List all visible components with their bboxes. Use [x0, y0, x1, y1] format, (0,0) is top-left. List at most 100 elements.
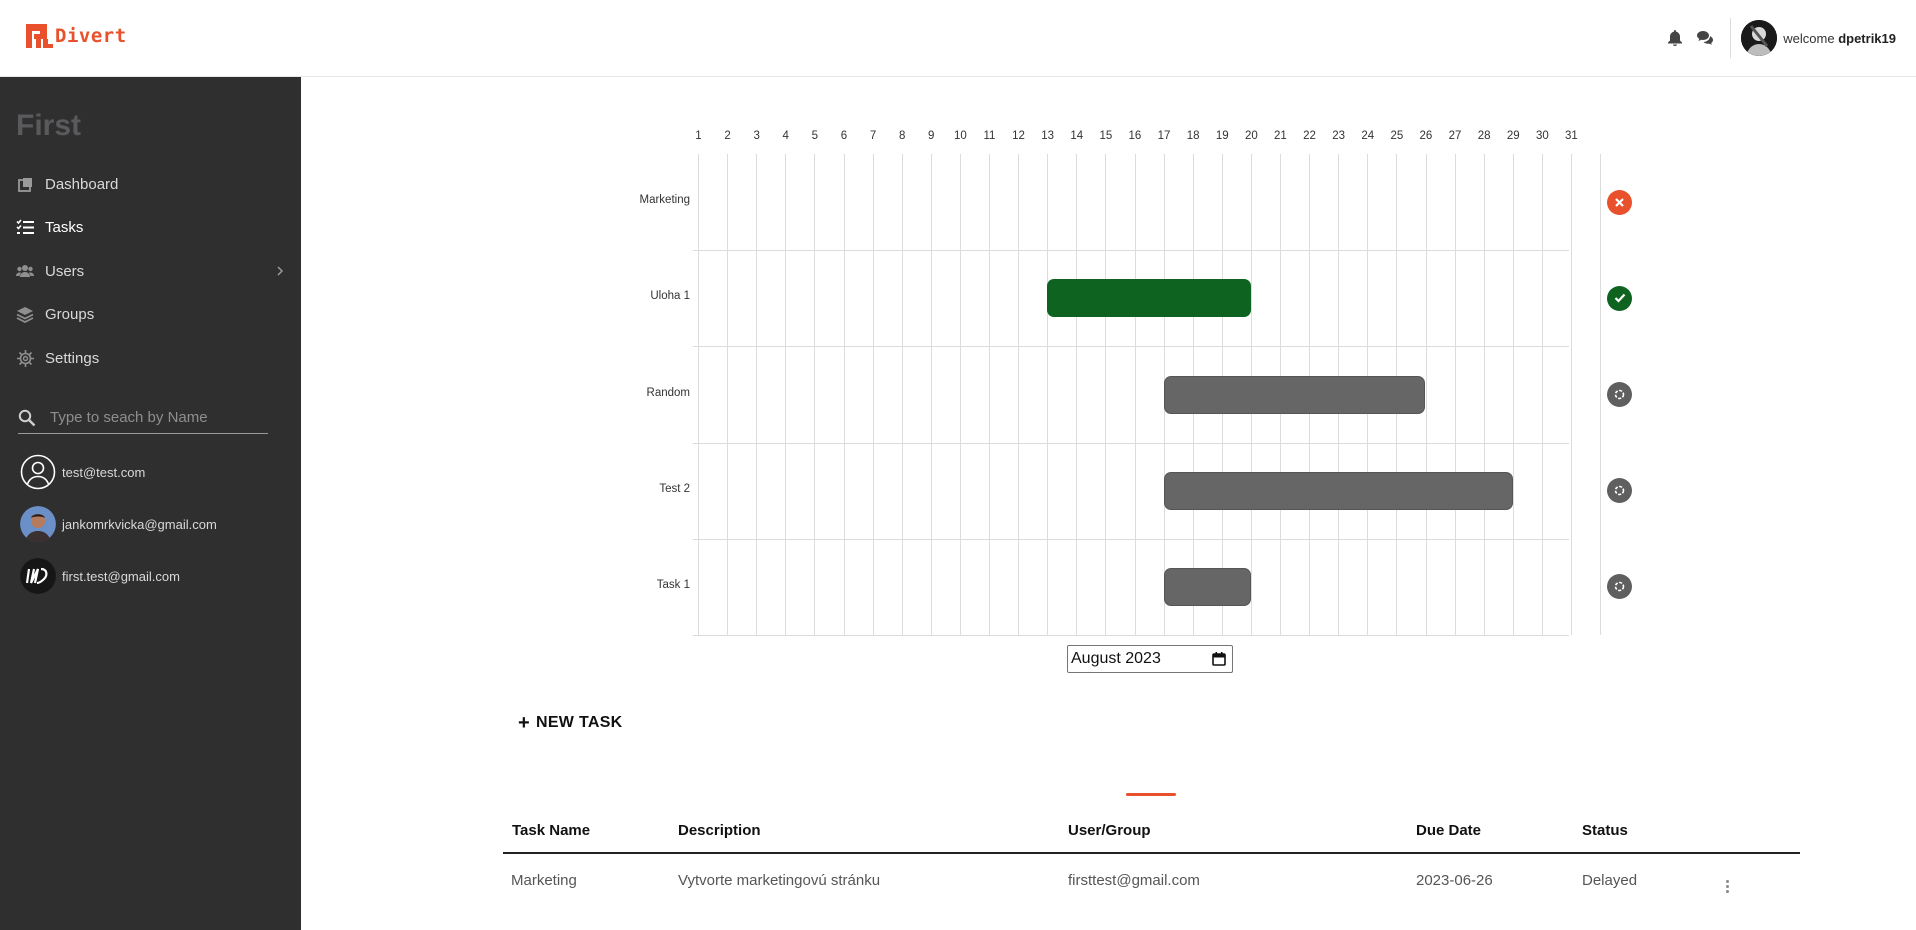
day-label: 16: [1128, 130, 1142, 142]
sidebar-item-settings[interactable]: Settings: [16, 343, 288, 373]
grid-line-vertical: [814, 154, 816, 635]
status-cancelled-icon[interactable]: [1607, 189, 1632, 215]
user-list-item[interactable]: jankomrkvicka@gmail.com: [20, 505, 217, 543]
sidebar-item-tasks[interactable]: Tasks: [16, 212, 288, 242]
table-row[interactable]: Marketing Vytvorte marketingovú stránku …: [503, 854, 1800, 916]
grid-line-vertical: [727, 154, 729, 635]
gantt-row-label: Task 1: [656, 578, 690, 591]
user-avatar[interactable]: [1741, 20, 1778, 56]
grid-line-vertical: [756, 154, 758, 635]
search-icon: [18, 409, 36, 432]
day-label: 5: [811, 130, 819, 142]
chat-icon[interactable]: [1696, 29, 1714, 47]
chevron-right-icon[interactable]: [272, 263, 288, 279]
day-label: 8: [898, 130, 906, 142]
gantt-bar[interactable]: [1047, 279, 1251, 318]
sidebar: First Dashboard Tasks Users Groups Setti…: [0, 77, 301, 930]
tasks-icon: [16, 218, 34, 236]
row-menu-icon[interactable]: [1724, 880, 1730, 896]
status-in-progress-icon[interactable]: [1607, 574, 1632, 600]
user-email: jankomrkvicka@gmail.com: [62, 516, 217, 532]
cell-task-name: Marketing: [511, 872, 577, 889]
column-header-user-group[interactable]: User/Group: [1068, 822, 1151, 839]
day-label: 11: [983, 130, 996, 142]
column-header-task-name[interactable]: Task Name: [512, 822, 590, 839]
day-label: 2: [724, 130, 731, 142]
grid-line-vertical: [1047, 154, 1049, 635]
day-label: 28: [1477, 130, 1491, 142]
grid-line-vertical: [989, 154, 990, 635]
user-list-item[interactable]: test@test.com: [20, 453, 145, 491]
gantt-row-label: Random: [646, 386, 690, 399]
brand-name: Divert: [55, 25, 127, 47]
day-label: 21: [1274, 130, 1287, 142]
user-email: first.test@gmail.com: [62, 568, 180, 584]
month-picker[interactable]: August 2023: [1067, 645, 1233, 673]
gantt-bar[interactable]: [1163, 471, 1513, 510]
grid-line-vertical: [872, 154, 874, 635]
grid-line-vertical: [1454, 154, 1456, 635]
search-input[interactable]: [50, 408, 260, 426]
gantt-chart: 1 2 3 4 5 6 7 8 9 10 11 12 13 14 15 16 17 18 19 20 21 22 23 24 2…: [600, 120, 1640, 640]
user-avatar-icon: [20, 454, 56, 490]
status-done-icon[interactable]: [1607, 285, 1632, 311]
section-accent-line: [1126, 793, 1176, 796]
table-header: Task Name Description User/Group Due Dat…: [503, 818, 1800, 854]
sidebar-item-users[interactable]: Users: [16, 256, 288, 286]
calendar-icon[interactable]: [1212, 652, 1226, 666]
day-label: 18: [1186, 130, 1200, 142]
column-header-description[interactable]: Description: [678, 822, 761, 839]
user-search: [18, 401, 268, 434]
user-email: test@test.com: [62, 464, 146, 480]
gantt-bar[interactable]: [1163, 567, 1251, 606]
column-header-due-date[interactable]: Due Date: [1416, 822, 1481, 839]
grid-line-vertical: [959, 154, 961, 635]
grid-line-vertical: [901, 154, 903, 635]
sidebar-item-label: Dashboard: [45, 175, 119, 193]
user-logo-avatar: [20, 558, 56, 594]
day-label: 24: [1361, 130, 1375, 142]
plus-icon: +: [518, 712, 530, 734]
cell-due-date: 2023-06-26: [1416, 872, 1493, 889]
user-list-item[interactable]: first.test@gmail.com: [20, 557, 180, 595]
cell-status: Delayed: [1582, 872, 1638, 889]
status-in-progress-icon[interactable]: [1607, 478, 1632, 504]
sidebar-item-label: Users: [45, 262, 85, 280]
sidebar-item-dashboard[interactable]: Dashboard: [16, 169, 288, 199]
day-label: 14: [1070, 130, 1084, 142]
status-in-progress-icon[interactable]: [1607, 382, 1632, 407]
grid-line-horizontal: [693, 635, 1569, 636]
day-label: 31: [1565, 130, 1578, 142]
brand-logo[interactable]: Divert: [26, 22, 127, 50]
day-label: 19: [1215, 130, 1229, 142]
grid-line-horizontal: [693, 250, 1569, 252]
grid-line-vertical: [1483, 154, 1485, 635]
sidebar-item-label: Settings: [45, 349, 100, 367]
day-label: 10: [953, 130, 967, 142]
welcome-text: welcome dpetrik19: [1783, 30, 1896, 46]
day-label: 7: [869, 130, 877, 142]
day-label: 27: [1448, 130, 1462, 142]
grid-line-horizontal: [693, 442, 1569, 444]
grid-line-vertical: [930, 154, 932, 635]
brand-mark-icon: [26, 22, 53, 50]
bell-icon[interactable]: [1666, 29, 1684, 47]
username: dpetrik19: [1838, 30, 1896, 46]
grid-line-horizontal: [693, 346, 1569, 348]
new-task-label: NEW TASK: [535, 714, 623, 731]
day-label: 23: [1332, 130, 1346, 142]
day-label: 17: [1157, 130, 1171, 142]
sidebar-item-label: Tasks: [45, 218, 84, 236]
day-label: 26: [1419, 130, 1433, 142]
user-photo-avatar: [20, 506, 56, 542]
sidebar-item-groups[interactable]: Groups: [16, 299, 288, 329]
grid-line-vertical: [1425, 154, 1427, 635]
month-value: August 2023: [1071, 650, 1161, 667]
grid-line-vertical: [698, 154, 699, 635]
column-header-status[interactable]: Status: [1582, 822, 1628, 839]
gantt-bar[interactable]: [1163, 375, 1426, 414]
sidebar-item-label: Groups: [45, 305, 95, 323]
gantt-row-label: Test 2: [659, 482, 690, 495]
new-task-button[interactable]: + NEW TASK: [518, 712, 623, 734]
top-bar: Divert welcome dpetrik19: [0, 0, 1916, 77]
